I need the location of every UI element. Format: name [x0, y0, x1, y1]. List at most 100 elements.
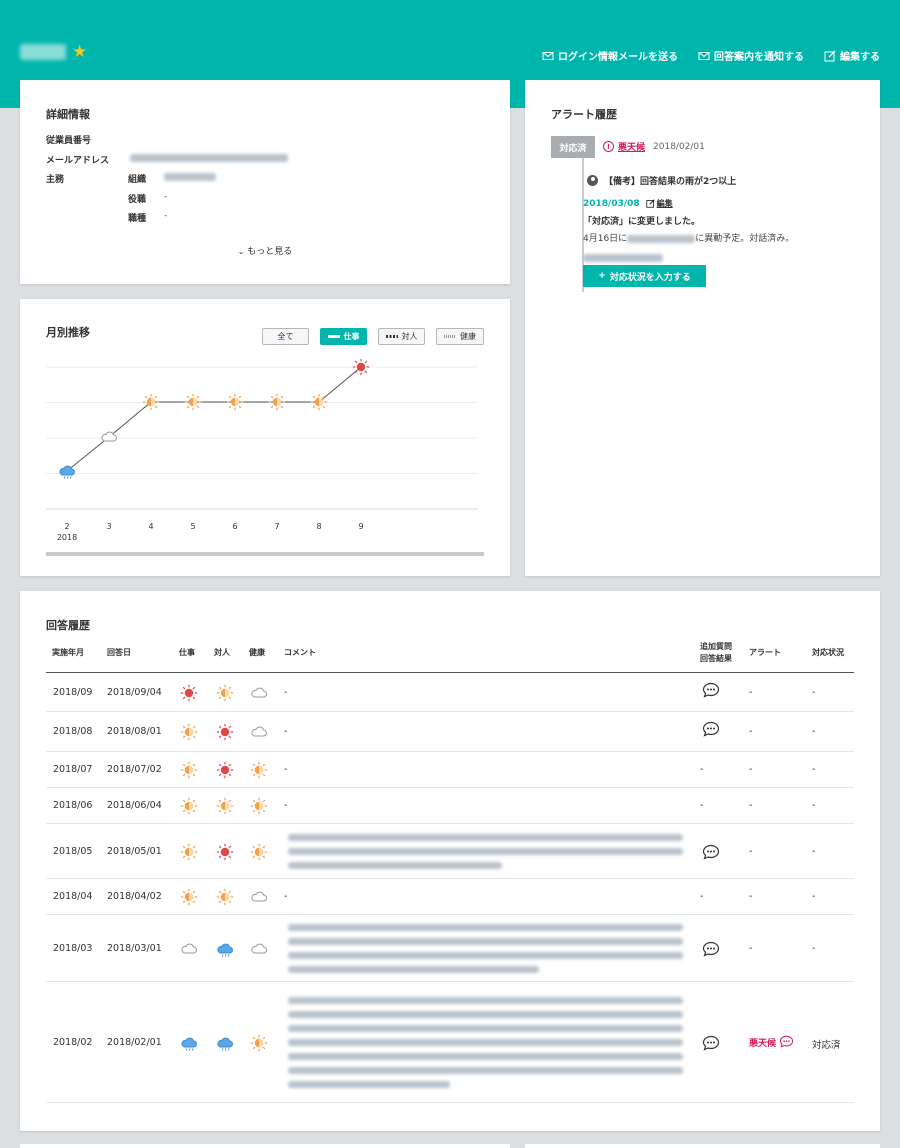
row-answer-date: 2018/03/01 — [107, 942, 162, 954]
chart-series-line — [66, 366, 362, 472]
alert-history-title: アラート履歴 — [551, 108, 617, 121]
timeline-entry-date: 2018/03/08 — [583, 198, 640, 209]
send-login-mail-button[interactable]: ログイン情報メールを送る — [542, 48, 678, 63]
position-value: - — [164, 192, 168, 202]
chart-point-rain-icon — [59, 465, 75, 479]
extra-question-chat-icon[interactable] — [702, 721, 720, 737]
alert-note-text: 【備考】回答結果の雨が2つ以上 — [604, 177, 737, 187]
col-month: 実施年月 — [52, 648, 84, 657]
row-status: - — [812, 726, 816, 737]
employee-name-blurred — [20, 44, 66, 60]
alert-note: 【備考】回答結果の雨が2つ以上 — [587, 174, 736, 187]
filter-people-button[interactable]: 対人 — [378, 328, 425, 345]
header-actions: ログイン情報メールを送る 回答案内を通知する 編集する — [542, 48, 880, 63]
answer-history-card: 回答履歴 実施年月 回答日 仕事 対人 健康 コメント 追加質問 回答結果 アラ… — [20, 591, 880, 1131]
alert-type-link[interactable]: 悪天候 — [618, 140, 645, 153]
answer-history-title: 回答履歴 — [46, 619, 90, 632]
row-month: 2018/08 — [53, 726, 93, 737]
main-duty-label: 主務 — [46, 175, 65, 185]
cloudy-icon — [250, 940, 268, 958]
row-status: - — [812, 686, 816, 698]
row-month: 2018/05 — [53, 845, 93, 857]
edit-button[interactable]: 編集する — [824, 48, 880, 63]
cloudy-icon — [250, 684, 268, 702]
alert-chat-icon[interactable] — [779, 1035, 794, 1051]
row-status: - — [812, 891, 816, 902]
edit-icon — [824, 50, 836, 61]
col-extra-question: 追加質問 — [700, 642, 732, 651]
timeline-detail-suffix: に異動予定。対話済み。 — [695, 234, 795, 244]
chart-scrollbar[interactable] — [46, 552, 484, 556]
sun-cloud-icon — [180, 761, 198, 779]
sun-cloud-icon — [180, 843, 198, 861]
row-alert[interactable]: 悪天候 — [749, 1035, 794, 1051]
chart-x-tick-label: 2 — [64, 522, 69, 531]
col-answer-date: 回答日 — [107, 648, 131, 657]
table-row: 2018/04 2018/04/02 - - - - — [46, 879, 854, 915]
chart-point-cloudy-icon — [101, 431, 117, 442]
monthly-trend-title: 月別推移 — [46, 326, 90, 339]
row-comment: - — [284, 726, 288, 737]
person-icon — [587, 175, 598, 186]
row-comment: - — [284, 764, 288, 775]
rain-icon — [216, 940, 234, 958]
row-alert: - — [749, 845, 753, 857]
row-month: 2018/03 — [53, 942, 93, 954]
filter-all-button[interactable]: 全て — [262, 328, 309, 345]
org-value-blurred — [164, 172, 216, 182]
table-row: 2018/07 2018/07/02 - - - - — [46, 752, 854, 788]
show-more-link[interactable]: ⌄ もっと見る — [20, 244, 510, 257]
rain-icon — [180, 1034, 198, 1052]
sun-cloud-icon — [180, 797, 198, 815]
table-row: 2018/06 2018/06/04 - - - - — [46, 788, 854, 824]
row-month: 2018/06 — [53, 800, 93, 811]
email-value-blurred — [130, 153, 288, 163]
row-alert: - — [749, 942, 753, 954]
chart-point-sun-cloud-icon — [268, 393, 286, 411]
extra-question-chat-icon[interactable] — [702, 1035, 720, 1051]
chart-x-tick-label: 5 — [190, 522, 195, 531]
edit-label: 編集する — [840, 52, 880, 63]
extra-question-chat-icon[interactable] — [702, 941, 720, 957]
sun-cloud-icon — [250, 761, 268, 779]
row-answer-date: 2018/08/01 — [107, 726, 162, 737]
chart-x-tick-label: 8 — [316, 522, 321, 531]
table-row: 2018/05 2018/05/01 - - — [46, 824, 854, 879]
extra-question-chat-icon[interactable] — [702, 844, 720, 860]
table-row: 2018/08 2018/08/01 - - - — [46, 712, 854, 752]
rain-icon — [216, 1034, 234, 1052]
detail-title: 詳細情報 — [46, 108, 90, 121]
employee-no-label: 従業員番号 — [46, 136, 92, 146]
row-alert-label: 悪天候 — [749, 1039, 777, 1049]
show-more-label: もっと見る — [247, 247, 293, 257]
chart-year-label: 2018 — [57, 533, 77, 542]
table-row: 2018/02 2018/02/01 悪天候 対応済 — [46, 982, 854, 1103]
row-month: 2018/04 — [53, 891, 93, 902]
timeline-detail-blurred — [627, 234, 696, 243]
chart-point-sun-cloud-icon — [142, 393, 160, 411]
col-health: 健康 — [249, 648, 265, 657]
mail-icon — [542, 51, 554, 60]
filter-work-button[interactable]: 仕事 — [320, 328, 367, 345]
row-alert: - — [749, 764, 753, 775]
notify-answer-button[interactable]: 回答案内を通知する — [698, 48, 804, 63]
cloudy-icon — [250, 723, 268, 741]
email-label: メールアドレス — [46, 156, 110, 166]
extra-question-chat-icon[interactable] — [702, 682, 720, 698]
favorite-star-icon[interactable]: ★ — [72, 42, 87, 62]
job-label: 職種 — [128, 214, 147, 224]
cloudy-icon — [180, 940, 198, 958]
add-response-button[interactable]: + 対応状況を入力する — [583, 265, 706, 287]
row-comment-blurred — [288, 996, 683, 1095]
position-label: 役職 — [128, 195, 147, 205]
filter-work-label: 仕事 — [343, 332, 360, 341]
row-alert: - — [749, 800, 753, 811]
row-comment: - — [284, 800, 288, 811]
row-comment-blurred — [288, 833, 683, 876]
col-work: 仕事 — [179, 648, 195, 657]
filter-health-button[interactable]: 健康 — [436, 328, 484, 345]
warning-icon: ! — [603, 141, 614, 152]
timeline-edit-link[interactable]: 編集 — [645, 198, 673, 209]
timeline-edit-label: 編集 — [656, 199, 673, 208]
alert-history-card: アラート履歴 対応済 ! 悪天候 2018/02/01 【備考】回答結果の雨が2… — [525, 80, 880, 576]
